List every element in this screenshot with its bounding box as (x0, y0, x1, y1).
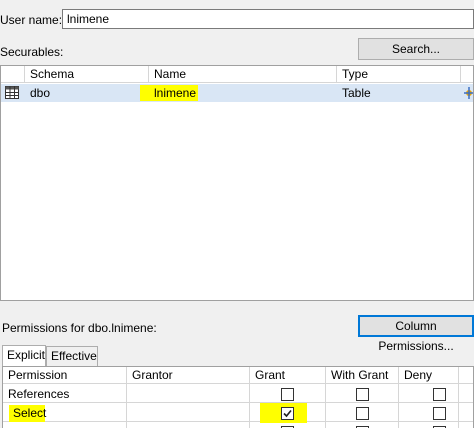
securables-header-schema[interactable]: Schema (25, 66, 149, 83)
permissions-header-grant[interactable]: Grant (250, 367, 326, 384)
deny-checkbox[interactable] (433, 407, 446, 420)
permissions-header-with-grant[interactable]: With Grant (326, 367, 399, 384)
permissions-header-deny[interactable]: Deny (399, 367, 459, 384)
permissions-grid: Permission Grantor Grant With Grant Deny… (2, 366, 474, 428)
securable-name-text: lnimene (154, 86, 197, 100)
deny-checkbox[interactable] (433, 388, 446, 401)
tab-explicit[interactable]: Explicit (2, 345, 46, 366)
permission-name-cell: Select (13, 406, 47, 420)
securable-schema-cell: dbo (30, 86, 51, 100)
row-selection (1, 84, 473, 102)
permissions-header-grantor[interactable]: Grantor (127, 367, 250, 384)
permissions-header-permission[interactable]: Permission (3, 367, 127, 384)
permissions-header-filler (459, 367, 473, 384)
user-name-label: User name: (0, 13, 63, 27)
row-divider (3, 402, 473, 403)
object-properties-icon[interactable] (463, 86, 473, 103)
table-grid-icon (5, 86, 19, 102)
user-name-field[interactable]: lnimene (62, 9, 474, 29)
securables-header-filler (461, 66, 473, 83)
with-grant-checkbox[interactable] (356, 407, 369, 420)
with-grant-checkbox[interactable] (356, 388, 369, 401)
column-permissions-button[interactable]: Column Permissions... (358, 315, 474, 353)
permissions-label: Permissions for dbo.lnimene: (2, 321, 157, 335)
securables-grid: Schema Name Type dbo lnimene Table (0, 65, 474, 301)
securables-header-icon-col (1, 66, 25, 83)
securables-header-name[interactable]: Name (149, 66, 337, 83)
securable-type-cell: Table (342, 86, 371, 100)
search-button[interactable]: Search... (358, 38, 474, 60)
grant-checkbox-checked[interactable] (281, 407, 294, 420)
securables-label: Securables: (0, 45, 64, 59)
permission-name-cell: References (8, 387, 70, 401)
row-divider (3, 421, 473, 422)
tab-effective[interactable]: Effective (46, 346, 98, 366)
securables-header-type[interactable]: Type (337, 66, 461, 83)
checkmark-icon (283, 409, 292, 418)
grant-checkbox[interactable] (281, 388, 294, 401)
